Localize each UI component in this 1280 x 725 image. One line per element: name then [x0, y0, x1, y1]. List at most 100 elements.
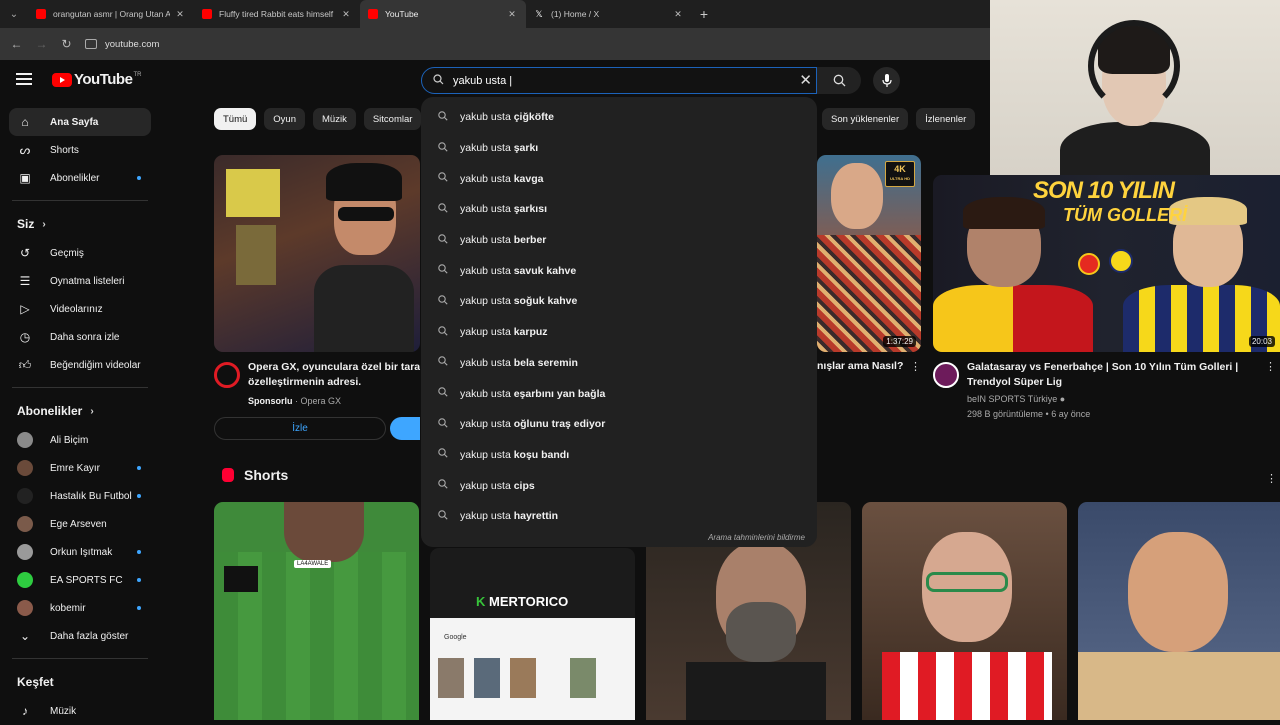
caption-text: MERTORICO: [489, 594, 569, 609]
close-tab-icon[interactable]: ✕: [174, 9, 186, 20]
close-tab-icon[interactable]: ✕: [506, 9, 518, 20]
video-title[interactable]: Galatasaray vs Fenerbahçe | Son 10 Yılın…: [967, 360, 1238, 390]
show-more-button[interactable]: ⌄ Daha fazla göster: [9, 622, 151, 650]
chip-recently-uploaded[interactable]: Son yüklenenler: [822, 108, 909, 130]
thumbnail-headline: SON 10 YILIN: [1033, 177, 1175, 204]
channel-name[interactable]: beIN SPORTS Türkiye ●: [967, 392, 1065, 406]
chip-music[interactable]: Müzik: [313, 108, 356, 130]
more-options-icon[interactable]: ⋮: [1265, 360, 1276, 373]
sidebar-heading-subscriptions[interactable]: Abonelikler ›: [0, 396, 160, 426]
sidebar-heading-you[interactable]: Siz ›: [0, 209, 160, 239]
sidebar-item-subscription[interactable]: Ege Arseven: [9, 510, 151, 538]
suggestion-item[interactable]: yakub usta şarkı: [421, 133, 817, 164]
chip-sitcoms[interactable]: Sitcomlar: [363, 108, 422, 130]
sidebar-item-playlists[interactable]: ☰ Oynatma listeleri: [9, 267, 151, 295]
browser-tab[interactable]: Fluffy tired Rabbit eats himself ✕: [194, 0, 360, 28]
sidebar-item-history[interactable]: ↺ Geçmiş: [9, 239, 151, 267]
sidebar-item-label: Ege Arseven: [50, 518, 107, 530]
suggestion-query: yakub usta: [460, 142, 514, 155]
sidebar-item-label: kobemir: [50, 602, 86, 614]
sidebar-item-subscription[interactable]: Hastalık Bu Futbol: [9, 482, 151, 510]
sidebar-item-label: Shorts: [50, 144, 79, 156]
sidebar-item-subscription[interactable]: kobemir: [9, 594, 151, 622]
sidebar-item-subscription[interactable]: Ali Biçim: [9, 426, 151, 454]
search-button[interactable]: [817, 67, 861, 94]
cta-secondary-button[interactable]: [390, 417, 420, 440]
voice-search-button[interactable]: [873, 67, 900, 94]
browser-tab[interactable]: orangutan asmr | Orang Utan A ✕: [28, 0, 194, 28]
suggestion-item[interactable]: yakup usta koşu bandı: [421, 440, 817, 471]
headphones-icon: [1088, 20, 1180, 112]
video-title[interactable]: nışlar ama Nasıl?: [817, 360, 925, 372]
suggestion-item[interactable]: yakub usta çiğköfte: [421, 102, 817, 133]
chip-all[interactable]: Tümü: [214, 108, 257, 130]
suggestion-item[interactable]: yakub usta şarkısı: [421, 194, 817, 225]
liked-videos-icon: 👍︎: [18, 357, 32, 372]
suggestion-item[interactable]: yakub usta berber: [421, 225, 817, 256]
clear-search-icon[interactable]: ✕: [799, 71, 812, 89]
short-thumbnail[interactable]: [862, 502, 1067, 720]
video-thumbnail-opera[interactable]: [214, 155, 420, 352]
opera-logo-icon[interactable]: [214, 362, 240, 388]
heading-text: Shorts: [244, 467, 289, 483]
video-thumbnail-derby[interactable]: SON 10 YILIN TÜM GOLLERİ 20:03: [933, 175, 1280, 352]
back-icon[interactable]: ←: [4, 37, 29, 51]
reload-icon[interactable]: ↻: [54, 37, 79, 51]
thumbnail-art: [831, 163, 883, 229]
suggestion-item[interactable]: yakub usta bela seremin: [421, 348, 817, 379]
forward-icon[interactable]: →: [29, 37, 54, 51]
sidebar-item-music[interactable]: ♪ Müzik: [9, 697, 151, 725]
sidebar-item-subscription[interactable]: Emre Kayır: [9, 454, 151, 482]
more-options-icon[interactable]: ⋮: [910, 360, 921, 373]
search-box[interactable]: ✕: [421, 67, 817, 94]
suggestion-item[interactable]: yakup usta hayrettin: [421, 501, 817, 532]
watch-cta-button[interactable]: İzle: [214, 417, 386, 440]
video-thumbnail-cem[interactable]: 4K ULTRA HD 1:37:29: [817, 155, 921, 352]
sidebar-item-subscription[interactable]: Orkun Işıtmak: [9, 538, 151, 566]
suggestion-item[interactable]: yakub usta kavga: [421, 163, 817, 194]
suggestion-item[interactable]: yakup usta karpuz: [421, 317, 817, 348]
browser-tab-active[interactable]: YouTube ✕: [360, 0, 526, 28]
chip-watched[interactable]: İzlenenler: [916, 108, 976, 130]
suggestion-item[interactable]: yakup usta soğuk kahve: [421, 286, 817, 317]
sidebar-item-subscription[interactable]: EA SPORTS FC: [9, 566, 151, 594]
sidebar-item-shorts[interactable]: ᔕ Shorts: [9, 136, 151, 164]
menu-icon[interactable]: [16, 73, 32, 88]
more-options-icon[interactable]: ⋮: [1266, 472, 1277, 485]
new-tab-icon[interactable]: +: [692, 6, 716, 22]
short-thumbnail[interactable]: LA4AWALE: [214, 502, 419, 720]
sidebar-item-home[interactable]: ⌂ Ana Sayfa: [9, 108, 151, 136]
url-field[interactable]: youtube.com: [85, 39, 159, 50]
sidebar-item-watch-later[interactable]: ◷ Daha sonra izle: [9, 323, 151, 351]
sidebar-item-your-videos[interactable]: ▷ Videolarınız: [9, 295, 151, 323]
suggestion-item[interactable]: yakub usta savuk kahve: [421, 255, 817, 286]
search-input[interactable]: [453, 74, 773, 87]
shorts-shelf-title: Shorts: [222, 467, 288, 483]
video-title[interactable]: Opera GX, oyunculara özel bir tara özell…: [248, 360, 420, 390]
search-icon: [438, 233, 460, 247]
thumbnail-art: [1078, 652, 1280, 720]
suggestion-item[interactable]: yakup usta oğlunu traş ediyor: [421, 409, 817, 440]
close-tab-icon[interactable]: ✕: [672, 9, 684, 20]
short-thumbnail[interactable]: [1078, 502, 1280, 720]
report-predictions-link[interactable]: Arama tahminlerini bildirme: [708, 533, 805, 542]
short-thumbnail[interactable]: K MERTORICO Google: [430, 548, 635, 720]
channel-avatar: [17, 572, 33, 588]
site-info-icon[interactable]: [85, 39, 97, 49]
chip-gaming[interactable]: Oyun: [264, 108, 306, 130]
browser-tab-bar: ⌄ orangutan asmr | Orang Utan A ✕ Fluffy…: [0, 0, 990, 28]
suggestion-item[interactable]: yakup usta cips: [421, 470, 817, 501]
bein-sports-avatar[interactable]: [933, 362, 959, 388]
suggestion-completion: şarkısı: [513, 203, 547, 216]
suggestion-item[interactable]: yakub usta eşarbını yan bağla: [421, 378, 817, 409]
channel-avatar: [17, 488, 33, 504]
browser-tab[interactable]: 𝕏 (1) Home / X ✕: [526, 0, 692, 28]
thumbnail-art: [510, 658, 536, 698]
sidebar-item-liked-videos[interactable]: 👍︎ Beğendiğim videolar: [9, 351, 151, 379]
sidebar-item-subscriptions[interactable]: ▣ Abonelikler: [9, 164, 151, 192]
tab-search-icon[interactable]: ⌄: [0, 0, 28, 28]
youtube-logo[interactable]: YouTube TR: [52, 71, 141, 88]
shorts-icon: ᔕ: [19, 143, 31, 157]
channel-name[interactable]: Opera GX: [301, 396, 342, 406]
close-tab-icon[interactable]: ✕: [340, 9, 352, 20]
